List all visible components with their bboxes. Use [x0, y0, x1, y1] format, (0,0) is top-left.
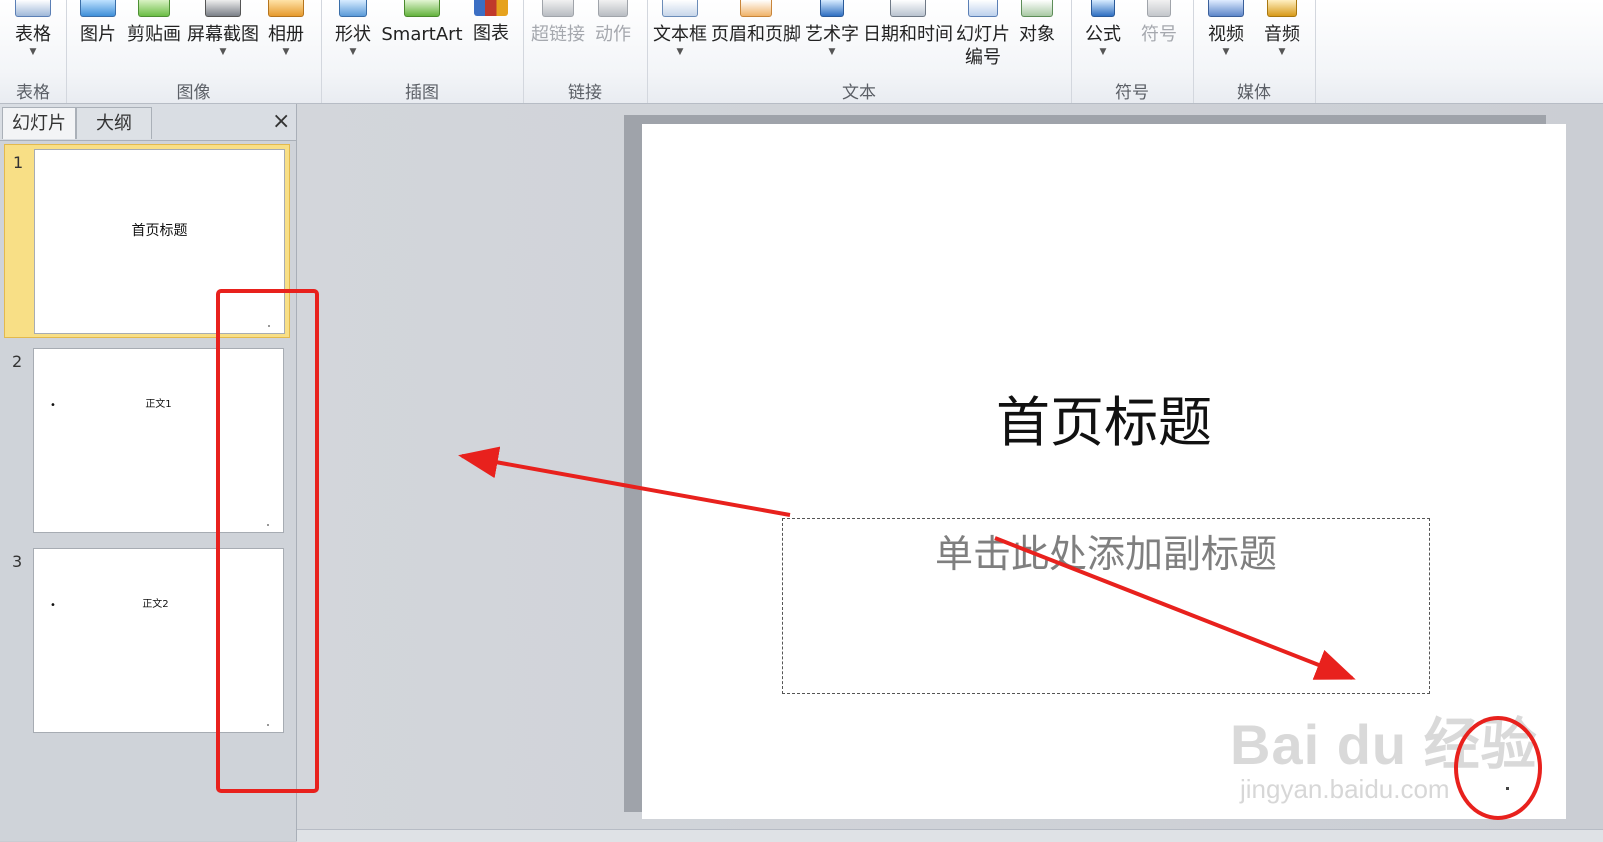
slide-thumbnail-page-mark — [267, 724, 269, 726]
clipart-button[interactable]: 剪贴画 — [126, 0, 182, 46]
table-button[interactable]: 表格 ▼ — [8, 0, 58, 57]
pane-tab-bar: 幻灯片 大纲 × — [0, 104, 296, 141]
notes-pane-edge — [297, 829, 1603, 842]
symbol-button[interactable]: 符号 — [1137, 0, 1181, 46]
smartart-icon — [404, 0, 440, 17]
slide-number-mark — [1506, 787, 1509, 790]
slide-thumbnail-title: 正文1 — [145, 399, 172, 410]
slide-thumbnail-page-mark — [267, 524, 269, 526]
slide-thumbnail-number: 1 — [13, 153, 24, 172]
subtitle-placeholder-box[interactable]: 单击此处添加副标题 — [782, 518, 1430, 694]
chevron-down-icon: ▼ — [1278, 47, 1286, 57]
slide-thumbnail-title: 首页标题 — [131, 223, 188, 239]
watermark-logo: Bai du 经验 — [1230, 713, 1538, 776]
chevron-down-icon: ▼ — [1099, 47, 1107, 57]
group-label-illustrations: 插图 — [405, 83, 439, 103]
group-label-links: 链接 — [568, 83, 602, 103]
action-button[interactable]: 动作 — [591, 0, 635, 46]
ribbon-group-symbols: 公式 ▼ 符号 符号 — [1071, 0, 1194, 103]
ribbon-group-illustrations: 形状 ▼ SmartArt 图表 插图 — [321, 0, 524, 103]
date-time-button[interactable]: 日期和时间 — [863, 0, 953, 46]
speaker-icon — [1267, 0, 1297, 17]
slide-thumbnail-number: 2 — [12, 352, 23, 371]
ribbon-group-images: 图片 剪贴画 屏幕截图 ▼ 相册 ▼ 图像 — [66, 0, 322, 103]
chevron-down-icon: ▼ — [349, 47, 357, 57]
slide-thumbnail-2[interactable]: 2 正文1 • — [4, 344, 290, 538]
album-icon — [268, 0, 304, 17]
camera-icon — [205, 0, 241, 17]
bar-chart-icon — [474, 0, 508, 16]
wordart-button[interactable]: 艺术字 ▼ — [803, 0, 861, 57]
group-label-images: 图像 — [176, 83, 211, 103]
equation-button[interactable]: 公式 ▼ — [1081, 0, 1125, 57]
shapes-button[interactable]: 形状 ▼ — [329, 0, 377, 57]
header-footer-icon — [740, 0, 772, 17]
subtitle-placeholder-text: 单击此处添加副标题 — [934, 532, 1277, 576]
calendar-clock-icon — [890, 0, 926, 17]
ribbon-group-links: 超链接 动作 链接 — [523, 0, 648, 103]
chevron-down-icon: ▼ — [29, 47, 37, 57]
video-button[interactable]: 视频 ▼ — [1203, 0, 1249, 57]
slide-thumbnail-preview: 首页标题 — [34, 149, 285, 334]
close-icon[interactable]: × — [272, 108, 290, 136]
screenshot-button[interactable]: 屏幕截图 ▼ — [186, 0, 260, 57]
object-button[interactable]: 对象 — [1015, 0, 1059, 46]
chevron-down-icon: ▼ — [676, 47, 684, 57]
textbox-icon — [662, 0, 698, 17]
action-icon — [598, 0, 628, 17]
slides-pane: 幻灯片 大纲 × 1 首页标题 2 正文1 • 3 正文2 • — [0, 104, 297, 841]
slide-title[interactable]: 首页标题 — [642, 378, 1566, 457]
ribbon-group-text: 文本框 ▼ 页眉和页脚 艺术字 ▼ 日期和时间 幻灯片 编号 对象 文本 — [647, 0, 1072, 103]
chevron-down-icon: ▼ — [828, 47, 836, 57]
slide-thumbnail-preview: 正文1 • — [33, 348, 284, 533]
omega-icon — [1147, 0, 1171, 17]
header-footer-button[interactable]: 页眉和页脚 — [710, 0, 802, 46]
slide-thumbnail-page-mark — [268, 325, 270, 327]
table-icon — [15, 0, 51, 17]
picture-button[interactable]: 图片 — [76, 0, 120, 46]
textbox-button[interactable]: 文本框 ▼ — [652, 0, 708, 57]
audio-button[interactable]: 音频 ▼ — [1259, 0, 1305, 57]
slide-thumbnail-number: 3 — [12, 552, 23, 571]
chart-button[interactable]: 图表 — [469, 0, 513, 45]
film-icon — [1208, 0, 1244, 17]
chevron-down-icon: ▼ — [1222, 47, 1230, 57]
photo-album-button[interactable]: 相册 ▼ — [264, 0, 308, 57]
ribbon-group-table: 表格 ▼ 表格 — [0, 0, 67, 103]
picture-icon — [80, 0, 116, 17]
slide-thumbnail-3[interactable]: 3 正文2 • — [4, 544, 290, 738]
tab-outline[interactable]: 大纲 — [76, 107, 152, 139]
slide-thumbnail-bullet: • — [50, 600, 56, 611]
group-label-symbols: 符号 — [1115, 83, 1149, 103]
ribbon-insert: 表格 ▼ 表格 图片 剪贴画 屏幕截图 ▼ 相册 ▼ 图像 形状 ▼ Smart… — [0, 0, 1603, 104]
shapes-icon — [339, 0, 367, 17]
smartart-button[interactable]: SmartArt — [381, 0, 463, 46]
object-icon — [1021, 0, 1053, 17]
pi-icon — [1091, 0, 1115, 17]
clipart-icon — [138, 0, 170, 17]
group-label-media: 媒体 — [1237, 83, 1271, 103]
tab-slides[interactable]: 幻灯片 — [2, 107, 76, 139]
group-label-text: 文本 — [842, 83, 876, 103]
slide-thumbnail-bullet: • — [50, 400, 56, 411]
chevron-down-icon: ▼ — [219, 47, 227, 57]
slide-number-button[interactable]: 幻灯片 编号 — [953, 0, 1013, 69]
ribbon-group-media: 视频 ▼ 音频 ▼ 媒体 — [1193, 0, 1316, 103]
link-icon — [542, 0, 574, 17]
slide-thumbnail-1[interactable]: 1 首页标题 — [4, 144, 290, 338]
group-label-table: 表格 — [16, 83, 50, 103]
slide-thumbnail-preview: 正文2 • — [33, 548, 284, 733]
slide-thumbnail-title: 正文2 — [142, 599, 169, 610]
slide-number-icon — [968, 0, 998, 17]
hyperlink-button[interactable]: 超链接 — [529, 0, 587, 46]
chevron-down-icon: ▼ — [282, 47, 290, 57]
wordart-icon — [820, 0, 844, 17]
watermark-url: jingyan.baidu.com — [1240, 774, 1450, 804]
